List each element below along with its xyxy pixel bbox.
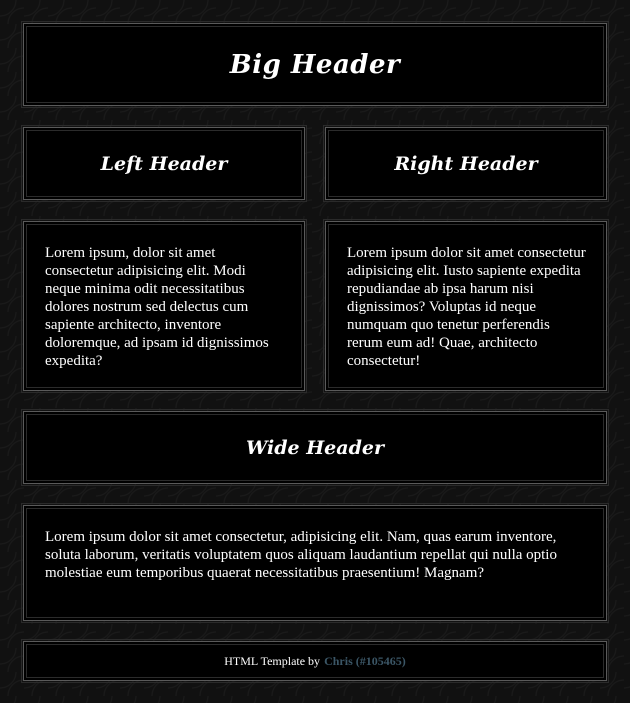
left-text-panel: Lorem ipsum, dolor sit amet consectetur … [21, 219, 307, 393]
footer-credit: HTML Template by Chris (#105465) [24, 642, 606, 680]
author-link[interactable]: Chris (#105465) [324, 654, 406, 669]
left-header-panel: Left Header [21, 125, 307, 202]
right-header-panel: Right Header [323, 125, 609, 202]
big-header-title: Big Header [229, 49, 401, 80]
wide-header-panel: Wide Header [21, 409, 609, 486]
footer-panel: HTML Template by Chris (#105465) [21, 639, 609, 683]
right-header-title: Right Header [394, 152, 538, 175]
footer-prefix: HTML Template by [224, 653, 321, 668]
wide-paragraph: Lorem ipsum dolor sit amet consectetur, … [45, 529, 557, 581]
wide-text-panel: Lorem ipsum dolor sit amet consectetur, … [21, 503, 609, 623]
left-header-title: Left Header [100, 152, 228, 175]
right-paragraph: Lorem ipsum dolor sit amet consectetur a… [347, 245, 586, 369]
wide-header-title: Wide Header [246, 436, 384, 459]
right-text-panel: Lorem ipsum dolor sit amet consectetur a… [323, 219, 609, 393]
left-paragraph: Lorem ipsum, dolor sit amet consectetur … [45, 245, 269, 369]
big-header-panel: Big Header [21, 21, 609, 108]
